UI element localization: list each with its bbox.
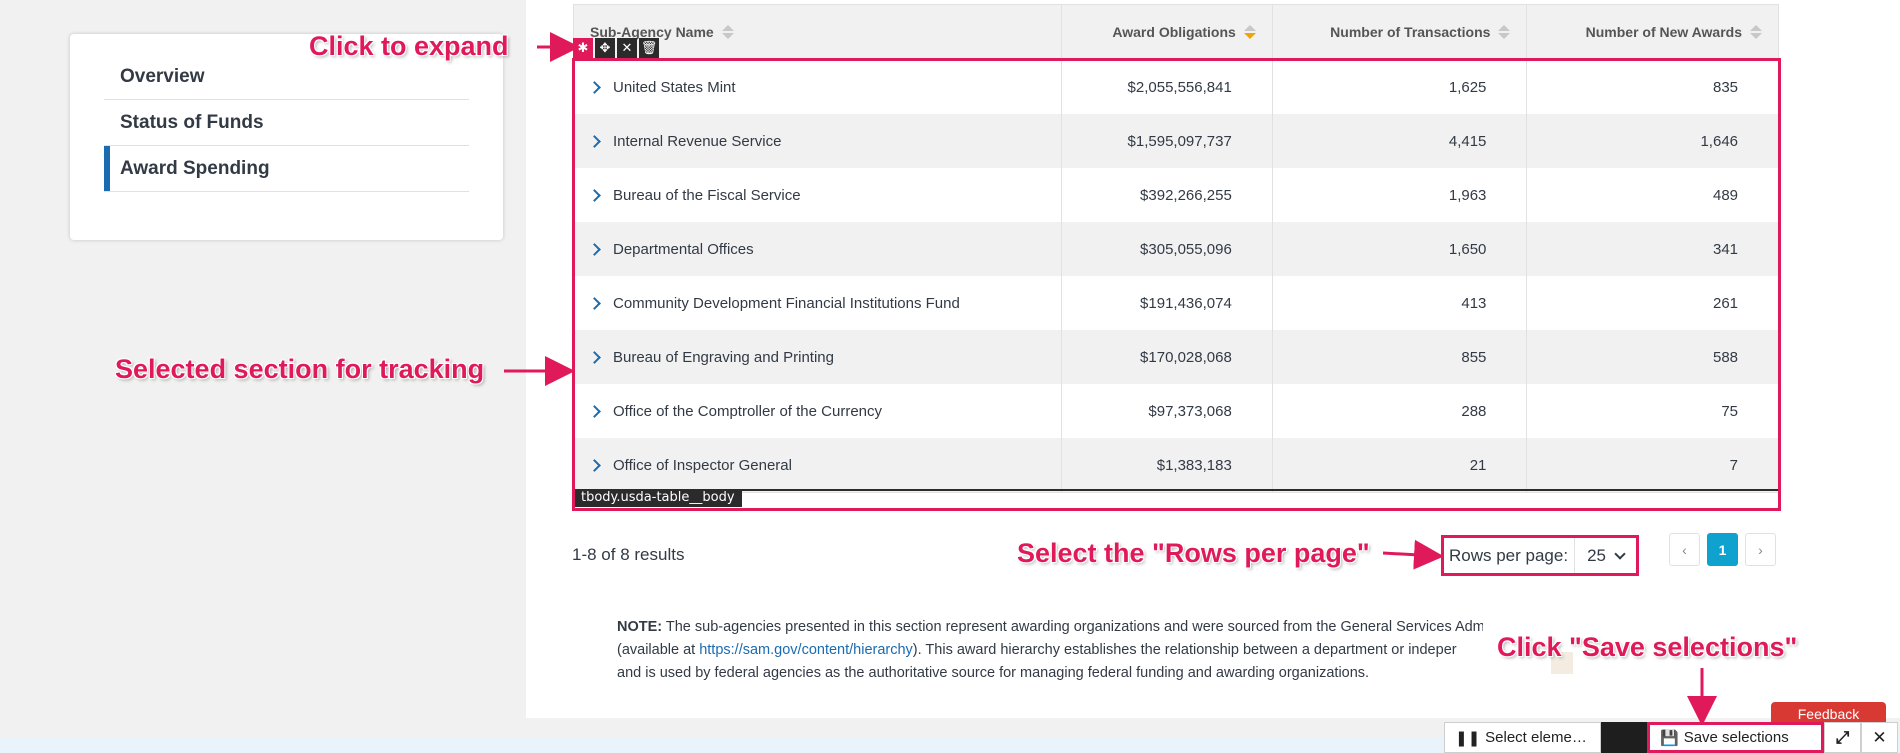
close-icon[interactable]: ✕ (1861, 722, 1898, 753)
annotation-arrows (504, 32, 1717, 726)
select-element-label: Select eleme… (1485, 729, 1587, 746)
dark-toggle[interactable] (1601, 722, 1647, 753)
expand-icon[interactable]: ⤢ (1824, 722, 1861, 753)
save-selections-label: Save selections (1683, 729, 1789, 746)
pause-icon: ❚❚ (1455, 729, 1481, 747)
select-element-button[interactable]: ❚❚ Select eleme… (1444, 722, 1601, 753)
save-selections-button[interactable]: 💾 Save selections (1647, 722, 1824, 753)
save-icon: 💾 (1660, 729, 1679, 747)
selection-toolbar: ❚❚ Select eleme… 💾 Save selections ⤢ ✕ (1444, 722, 1898, 753)
